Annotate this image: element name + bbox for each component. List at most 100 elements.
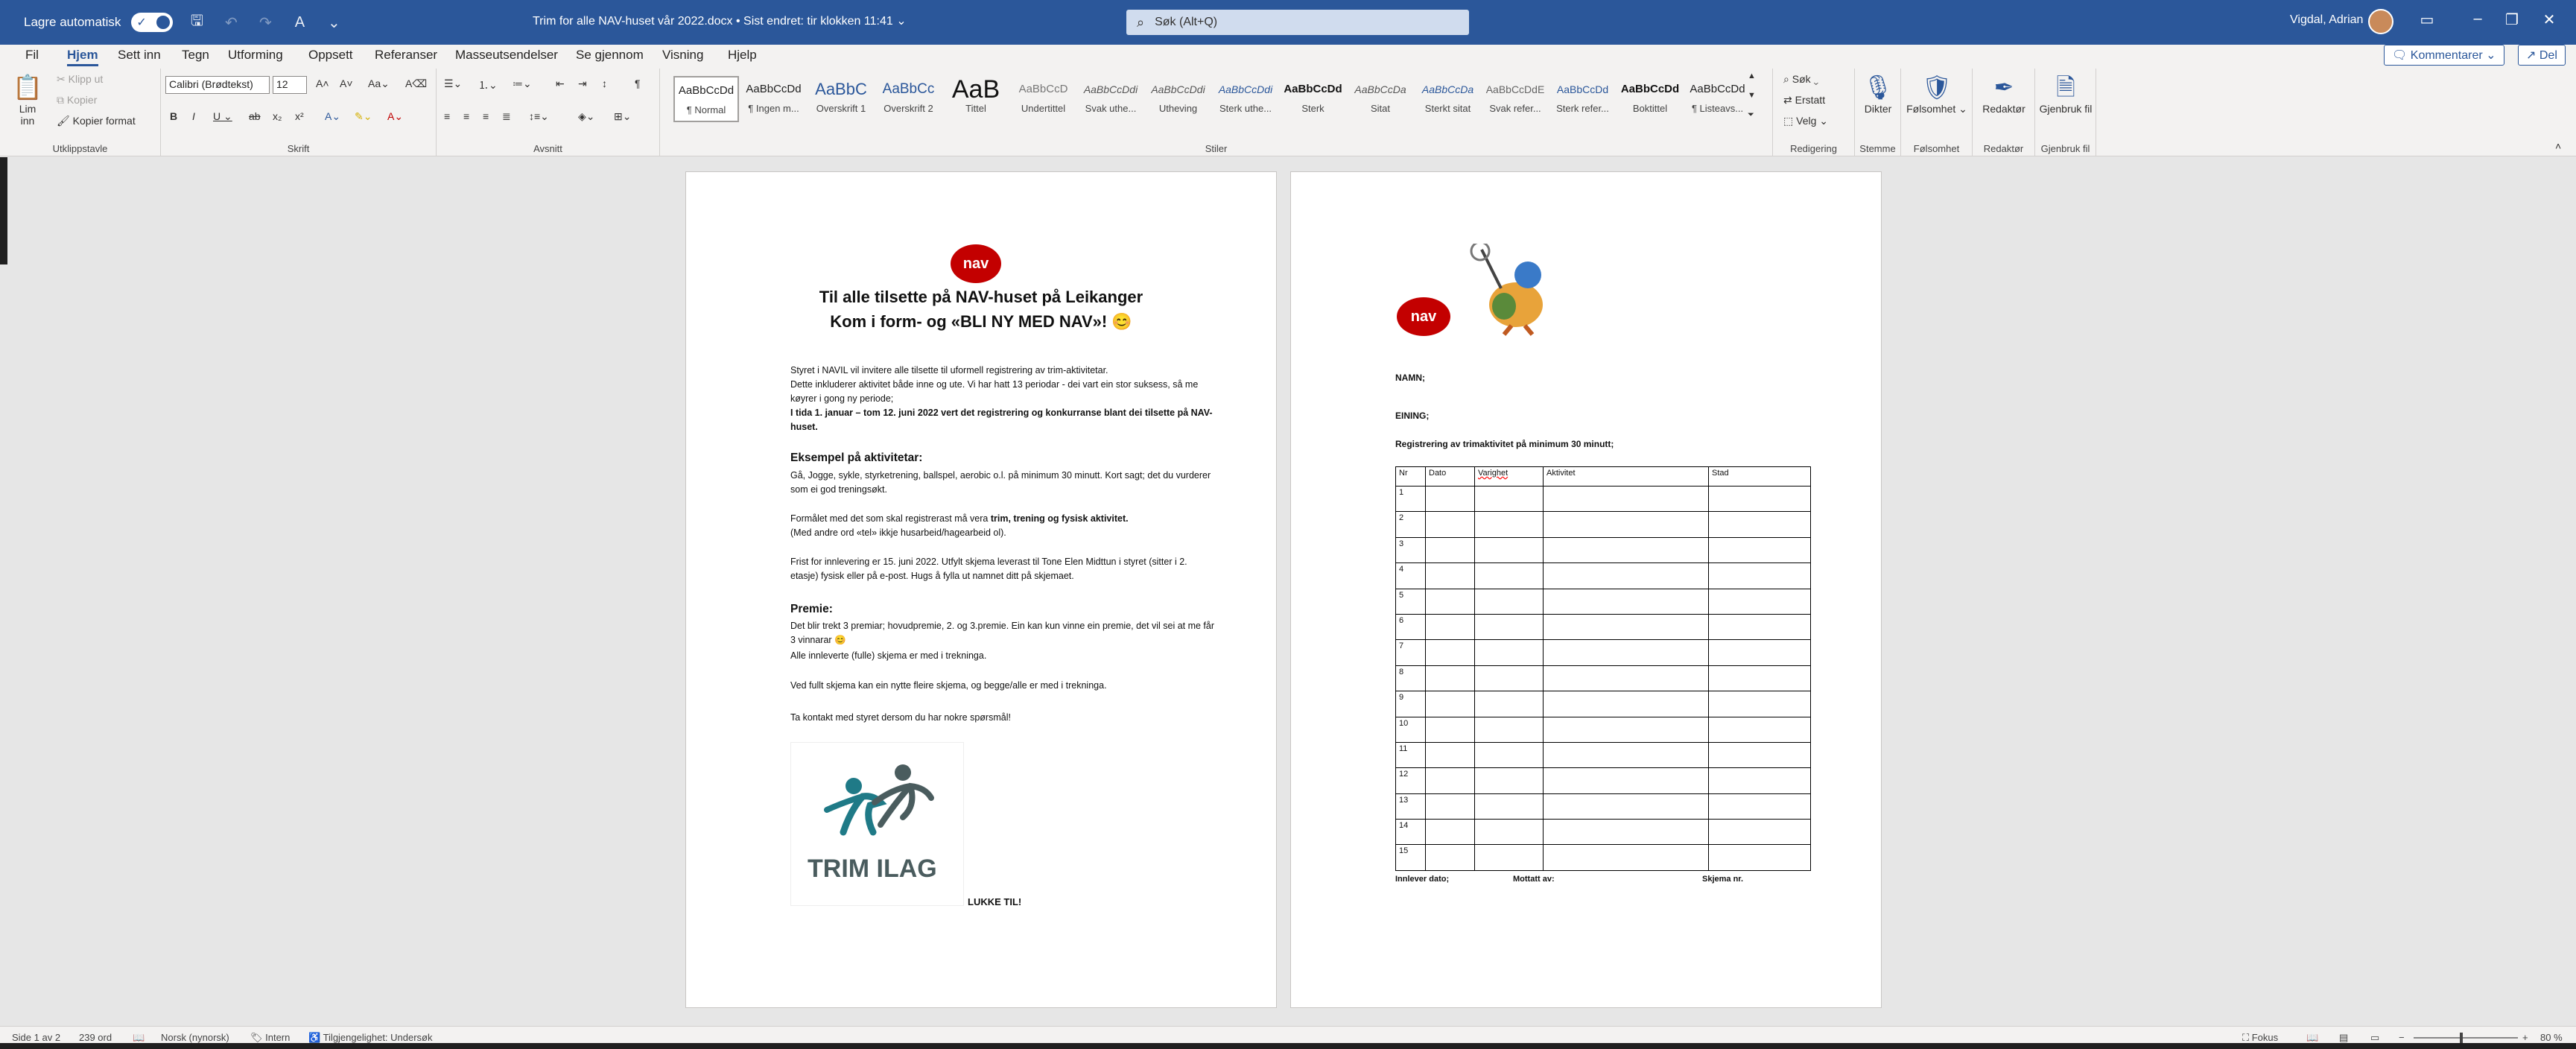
text-effects-icon[interactable]: A⌄ bbox=[325, 110, 340, 123]
style-item[interactable]: AaB Tittel bbox=[943, 76, 1009, 122]
table-cell[interactable] bbox=[1474, 562, 1544, 589]
table-cell[interactable] bbox=[1708, 639, 1811, 666]
table-cell[interactable] bbox=[1708, 844, 1811, 871]
superscript-icon[interactable]: x² bbox=[295, 110, 304, 122]
table-row[interactable]: 5 bbox=[1395, 588, 1811, 615]
table-cell[interactable] bbox=[1543, 741, 1709, 769]
font-size-combo[interactable]: 12 bbox=[273, 76, 307, 94]
table-cell[interactable] bbox=[1708, 691, 1811, 717]
table-cell[interactable] bbox=[1543, 844, 1709, 871]
tab-draw[interactable]: Tegn bbox=[182, 48, 209, 63]
maximize-icon[interactable]: ❐ bbox=[2499, 10, 2525, 29]
autosave-toggle[interactable]: ✓ bbox=[131, 13, 174, 32]
table-cell[interactable] bbox=[1474, 793, 1544, 820]
sensitivity-button[interactable]: 🛡 Følsomhet ⌄ bbox=[1904, 72, 1970, 115]
style-item[interactable]: AaBbCcDd ¶ Listeavs... bbox=[1685, 76, 1751, 122]
registration-table[interactable]: Nr Dato Varighet Aktivitet Stad 12345678… bbox=[1395, 466, 1811, 871]
shading-icon[interactable]: ◈⌄ bbox=[578, 110, 595, 123]
table-cell[interactable] bbox=[1474, 613, 1544, 641]
style-item[interactable]: AaBbCcDa Sterkt sitat bbox=[1415, 76, 1481, 122]
style-item[interactable]: AaBbCcDd Sterk bbox=[1281, 76, 1346, 122]
table-cell[interactable] bbox=[1425, 741, 1475, 769]
table-cell[interactable] bbox=[1425, 613, 1475, 641]
page-count[interactable]: Side 1 av 2 bbox=[12, 1032, 60, 1043]
table-row[interactable]: 3 bbox=[1395, 536, 1811, 564]
style-item[interactable]: AaBbCcDd Sterk refer... bbox=[1550, 76, 1616, 122]
table-cell[interactable] bbox=[1474, 767, 1544, 794]
line-spacing-icon[interactable]: ↕≡⌄ bbox=[529, 110, 549, 123]
italic-icon[interactable]: I bbox=[192, 110, 195, 122]
replace-button[interactable]: ⇄ Erstatt bbox=[1783, 94, 1825, 107]
table-cell[interactable] bbox=[1425, 562, 1475, 589]
tab-mailings[interactable]: Masseutsendelser bbox=[455, 48, 558, 63]
format-painter-button[interactable]: 🖌 Kopier format bbox=[57, 115, 136, 127]
style-item[interactable]: AaBbCcDa Sitat bbox=[1348, 76, 1413, 122]
change-case-icon[interactable]: Aa⌄ bbox=[368, 77, 390, 90]
table-cell[interactable] bbox=[1543, 536, 1709, 564]
table-cell[interactable] bbox=[1474, 844, 1544, 871]
customize-qat-icon[interactable]: ⌄ bbox=[323, 13, 344, 32]
table-cell[interactable] bbox=[1425, 691, 1475, 717]
style-item[interactable]: AaBbC Overskrift 1 bbox=[808, 76, 874, 122]
share-button[interactable]: ↗ Del bbox=[2518, 45, 2566, 66]
grow-font-icon[interactable]: A˄ bbox=[316, 77, 329, 89]
avatar[interactable] bbox=[2368, 9, 2393, 34]
justify-icon[interactable]: ≣ bbox=[502, 110, 511, 123]
table-cell[interactable] bbox=[1425, 793, 1475, 820]
dictate-button[interactable]: 🎙 Dikter bbox=[1858, 72, 1898, 115]
zoom-slider[interactable] bbox=[2414, 1037, 2518, 1039]
table-row[interactable]: 8 bbox=[1395, 665, 1811, 692]
table-row[interactable]: 12 bbox=[1395, 767, 1811, 794]
table-row[interactable]: 9 bbox=[1395, 691, 1811, 717]
editor-button[interactable]: ✒ Redaktør bbox=[1976, 72, 2032, 115]
table-row[interactable]: 13 bbox=[1395, 793, 1811, 820]
table-cell[interactable] bbox=[1708, 741, 1811, 769]
style-item[interactable]: AaBbCcDd ¶ Normal bbox=[673, 76, 739, 122]
table-cell[interactable] bbox=[1543, 819, 1709, 846]
table-row[interactable]: 7 bbox=[1395, 639, 1811, 666]
table-cell[interactable] bbox=[1474, 691, 1544, 717]
tab-view[interactable]: Visning bbox=[662, 48, 703, 63]
table-row[interactable]: 10 bbox=[1395, 716, 1811, 743]
table-cell[interactable] bbox=[1425, 767, 1475, 794]
table-cell[interactable] bbox=[1425, 844, 1475, 871]
font-name-combo[interactable]: Calibri (Brødtekst) bbox=[165, 76, 270, 94]
select-button[interactable]: ⬚ Velg ⌄ bbox=[1783, 115, 1828, 127]
table-cell[interactable] bbox=[1425, 485, 1475, 513]
table-cell[interactable] bbox=[1708, 562, 1811, 589]
underline-icon[interactable]: U ⌄ bbox=[213, 110, 232, 123]
table-cell[interactable] bbox=[1425, 639, 1475, 666]
font-color-quick-icon[interactable]: A bbox=[289, 14, 310, 31]
table-cell[interactable] bbox=[1543, 691, 1709, 717]
table-cell[interactable] bbox=[1708, 665, 1811, 692]
table-cell[interactable] bbox=[1708, 716, 1811, 743]
reuse-file-button[interactable]: 🗎 Gjenbruk fil bbox=[2038, 72, 2093, 115]
table-row[interactable]: 6 bbox=[1395, 613, 1811, 641]
styles-scroll-up-icon[interactable]: ▲ bbox=[1748, 72, 1756, 80]
word-count[interactable]: 239 ord bbox=[79, 1032, 112, 1043]
table-cell[interactable] bbox=[1708, 485, 1811, 513]
bold-icon[interactable]: B bbox=[170, 110, 177, 122]
proofing-icon[interactable]: 📖 bbox=[133, 1032, 145, 1044]
font-color-icon[interactable]: A⌄ bbox=[387, 110, 403, 123]
language[interactable]: Norsk (nynorsk) bbox=[161, 1032, 229, 1043]
table-cell[interactable] bbox=[1474, 639, 1544, 666]
sort-icon[interactable]: ↕ bbox=[602, 77, 607, 89]
table-row[interactable]: 1 bbox=[1395, 485, 1811, 513]
numbering-icon[interactable]: ⒈⌄ bbox=[478, 77, 498, 92]
table-row[interactable]: 14 bbox=[1395, 819, 1811, 846]
table-cell[interactable] bbox=[1543, 562, 1709, 589]
style-item[interactable]: AaBbCc Overskrift 2 bbox=[876, 76, 942, 122]
table-cell[interactable] bbox=[1543, 665, 1709, 692]
tab-references[interactable]: Referanser bbox=[375, 48, 437, 63]
user-name[interactable]: Vigdal, Adrian bbox=[2290, 13, 2363, 27]
align-center-icon[interactable]: ≡ bbox=[463, 110, 469, 122]
table-cell[interactable] bbox=[1708, 613, 1811, 641]
table-cell[interactable] bbox=[1425, 536, 1475, 564]
style-item[interactable]: AaBbCcDdi Svak uthe... bbox=[1078, 76, 1143, 122]
undo-icon[interactable]: ↶ bbox=[221, 13, 241, 32]
read-mode-icon[interactable]: 📖 bbox=[2306, 1032, 2318, 1044]
align-right-icon[interactable]: ≡ bbox=[483, 110, 489, 122]
table-cell[interactable] bbox=[1708, 793, 1811, 820]
table-row[interactable]: 11 bbox=[1395, 741, 1811, 769]
